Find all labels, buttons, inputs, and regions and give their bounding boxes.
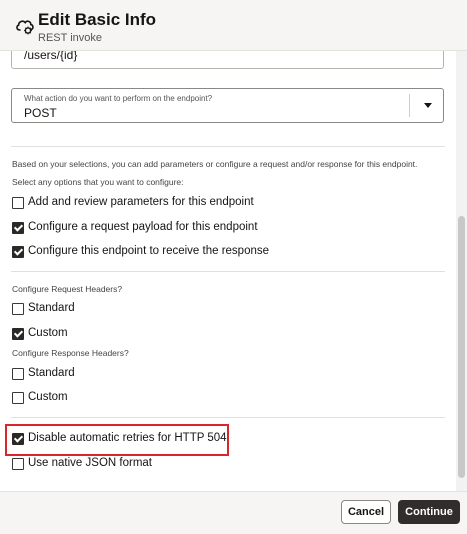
checkbox[interactable] xyxy=(12,222,24,234)
request-headers-label: Configure Request Headers? xyxy=(12,284,123,294)
divider xyxy=(11,417,445,418)
cloud-gear-icon xyxy=(16,20,34,35)
option-label: Add and review parameters for this endpo… xyxy=(28,196,254,208)
select-divider xyxy=(409,94,410,117)
continue-button[interactable]: Continue xyxy=(398,500,460,524)
dialog-title: Edit Basic Info xyxy=(38,10,157,29)
checkbox[interactable] xyxy=(12,368,24,380)
option-label: Custom xyxy=(28,327,68,339)
chevron-down-icon[interactable] xyxy=(424,103,432,108)
response-headers-label: Configure Response Headers? xyxy=(12,348,129,358)
intro-text: Based on your selections, you can add pa… xyxy=(12,159,418,169)
intro-instruction: Select any options that you want to conf… xyxy=(12,177,184,187)
option-label: Standard xyxy=(28,302,75,314)
resource-uri-field[interactable]: /users/{id} xyxy=(11,51,444,69)
resource-uri-value: /users/{id} xyxy=(24,51,78,62)
action-select-value: POST xyxy=(24,106,57,120)
checkbox[interactable] xyxy=(12,392,24,404)
checkbox[interactable] xyxy=(12,328,24,340)
cancel-button[interactable]: Cancel xyxy=(341,500,391,524)
action-select-label: What action do you want to perform on th… xyxy=(24,94,213,103)
dialog-subtitle: REST invoke xyxy=(38,32,102,44)
checkbox[interactable] xyxy=(12,303,24,315)
dialog-header: Edit Basic Info REST invoke xyxy=(0,0,467,51)
dialog-footer: Cancel Continue xyxy=(0,491,467,534)
checkbox[interactable] xyxy=(12,246,24,258)
dialog-content: /users/{id} What action do you want to p… xyxy=(0,51,456,491)
checkbox[interactable] xyxy=(12,458,24,470)
divider xyxy=(11,146,445,147)
option-label: Custom xyxy=(28,391,68,403)
divider xyxy=(11,271,445,272)
option-label: Use native JSON format xyxy=(28,457,152,469)
option-label: Configure this endpoint to receive the r… xyxy=(28,245,270,257)
vertical-scrollbar[interactable] xyxy=(456,51,467,491)
annotation-highlight-box xyxy=(5,424,229,456)
scrollbar-thumb[interactable] xyxy=(458,216,465,478)
option-label: Standard xyxy=(28,367,75,379)
checkbox[interactable] xyxy=(12,197,24,209)
action-select[interactable]: What action do you want to perform on th… xyxy=(11,88,444,123)
option-label: Configure a request payload for this end… xyxy=(28,221,258,233)
